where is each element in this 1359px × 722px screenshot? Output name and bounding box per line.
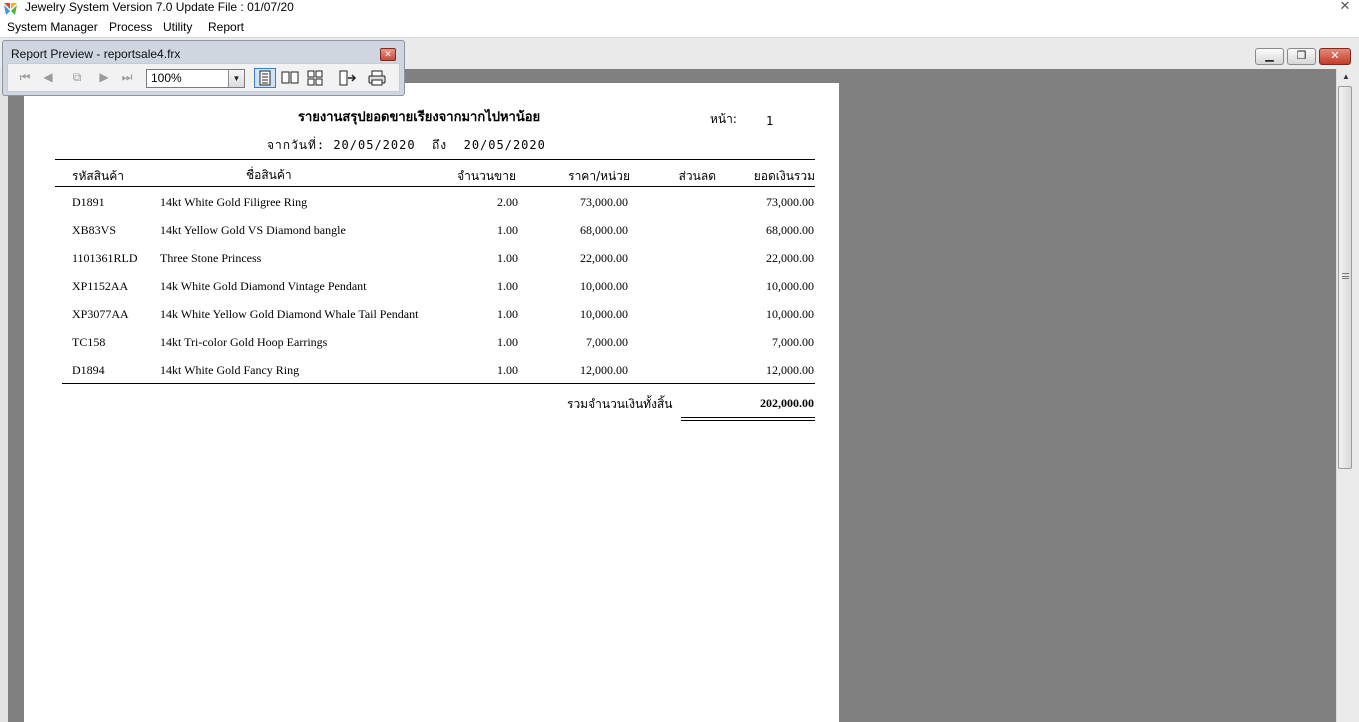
row-price: 73,000.00 [580,195,628,209]
row-total: 10,000.00 [766,307,814,321]
row-code: TC158 [72,335,106,349]
table-bottom-rule [62,383,815,384]
four-page-icon [307,70,323,86]
printer-icon [368,70,386,86]
row-name: Three Stone Princess [160,251,262,265]
row-code: D1894 [72,363,105,377]
total-double-rule-1 [681,417,815,418]
grand-total-label: รวมจำนวนเงินทั้งสิ้น [567,397,673,411]
row-qty: 2.00 [497,195,518,209]
row-name: 14k White Gold Diamond Vintage Pendant [160,279,367,293]
report-page: รายงานสรุปยอดขายเรียงจากมากไปหาน้อย หน้า… [24,83,839,722]
row-price: 68,000.00 [580,223,628,237]
row-price: 10,000.00 [580,279,628,293]
prev-page-icon[interactable]: ◀ [41,68,55,86]
date-range: จากวันที่: 20/05/2020 ถึง 20/05/2020 [267,138,546,152]
minimize-icon: ▁ [1265,50,1274,62]
row-qty: 1.00 [497,307,518,321]
window-close-icon[interactable]: ✕ [1337,0,1353,15]
scroll-up-icon[interactable]: ▲ [1337,69,1355,85]
scroll-thumb[interactable] [1338,86,1352,469]
last-page-icon[interactable]: ⏭ [119,68,135,86]
header-bottom-rule [55,186,815,187]
row-qty: 1.00 [497,251,518,265]
minimize-button[interactable]: ▁ [1255,48,1284,65]
row-qty: 1.00 [497,363,518,377]
single-page-view-button[interactable] [254,68,276,88]
row-code: 1101361RLD [72,251,138,265]
row-total: 22,000.00 [766,251,814,265]
row-name: 14kt Yellow Gold VS Diamond bangle [160,223,346,237]
col-header-name: ชื่อสินค้า [246,168,292,182]
preview-title: Report Preview - reportsale4.frx [11,47,181,61]
left-border [0,69,8,722]
preview-toolbar-strip: ⏮ ◀ ⧉ ▶ ⏭ 100% ▼ [7,63,400,92]
col-header-qty: จำนวนขาย [457,169,516,183]
row-total: 7,000.00 [772,335,814,349]
close-button[interactable]: ✕ [1319,48,1351,65]
grip-icon [1342,273,1349,279]
row-total: 12,000.00 [766,363,814,377]
row-qty: 1.00 [497,223,518,237]
menu-system-manager[interactable]: System Manager [7,20,98,35]
row-price: 7,000.00 [586,335,628,349]
zoom-select[interactable]: 100% ▼ [146,69,245,88]
window-title: Jewelry System Version 7.0 Update File :… [25,0,294,14]
row-total: 10,000.00 [766,279,814,293]
menu-utility[interactable]: Utility [163,20,192,35]
row-price: 12,000.00 [580,363,628,377]
row-price: 22,000.00 [580,251,628,265]
restore-button[interactable]: ❐ [1287,48,1316,65]
header-top-rule [55,159,815,160]
print-button[interactable] [366,68,388,88]
row-price: 10,000.00 [580,307,628,321]
two-page-icon [281,71,299,84]
row-code: XP1152AA [72,279,129,293]
row-qty: 1.00 [497,335,518,349]
col-header-discount: ส่วนลด [678,169,716,183]
col-header-code: รหัสสินค้า [72,169,124,183]
single-page-icon [259,70,271,86]
zoom-value: 100% [151,71,182,85]
page-number: 1 [766,114,775,128]
total-double-rule-2 [681,420,815,421]
exit-preview-button[interactable] [336,68,358,88]
row-total: 73,000.00 [766,195,814,209]
col-header-total: ยอดเงินรวม [753,169,815,183]
row-name: 14kt Tri-color Gold Hoop Earrings [160,335,328,349]
report-title: รายงานสรุปยอดขายเรียงจากมากไปหาน้อย [298,110,541,125]
row-total: 68,000.00 [766,223,814,237]
exit-door-icon [339,70,357,86]
app-logo-icon [4,3,17,15]
row-name: 14k White Yellow Gold Diamond Whale Tail… [160,307,419,321]
restore-icon: ❐ [1296,50,1307,62]
row-code: XP3077AA [72,307,129,321]
menu-bar: System Manager Process Utility Report [0,17,1359,38]
row-code: D1891 [72,195,105,209]
menu-report[interactable]: Report [208,20,244,35]
title-bar: Jewelry System Version 7.0 Update File :… [0,0,1359,17]
row-qty: 1.00 [497,279,518,293]
preview-close-icon[interactable]: ✕ [380,48,396,61]
first-page-icon[interactable]: ⏮ [17,68,33,86]
row-name: 14kt White Gold Fancy Ring [160,363,300,377]
report-preview-toolbar[interactable]: Report Preview - reportsale4.frx ✕ ⏮ ◀ ⧉… [2,40,405,96]
page-label: หน้า: [710,112,737,126]
two-page-view-button[interactable] [279,68,301,88]
col-header-price: ราคา/หน่วย [568,169,630,183]
four-page-view-button[interactable] [304,68,326,88]
menu-process[interactable]: Process [109,20,152,35]
chevron-down-icon[interactable]: ▼ [228,70,244,87]
grand-total-value: 202,000.00 [760,396,814,410]
next-page-icon[interactable]: ▶ [97,68,111,86]
close-icon: ✕ [1330,50,1340,62]
goto-page-icon[interactable]: ⧉ [68,68,86,86]
row-code: XB83VS [72,223,117,237]
row-name: 14kt White Gold Filigree Ring [160,195,308,209]
